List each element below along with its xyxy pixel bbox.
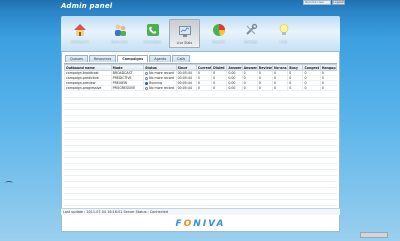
tab-queues[interactable]: Queues xyxy=(65,55,88,62)
content-panel: Queues Resources Campaigns Agents Calls … xyxy=(61,51,340,226)
toolbar-label: Settings xyxy=(243,40,258,44)
cell-mode: PROGRESSIVE xyxy=(110,85,144,91)
status-radio[interactable] xyxy=(145,81,149,85)
cell-since: 00:05:44 xyxy=(175,85,197,91)
status-text: No more record xyxy=(149,76,174,80)
cell-hangup: 0 xyxy=(319,85,337,91)
logo-part: NIVA xyxy=(193,218,226,229)
main-toolbar: Dashboard Resources Campaigns Live Stats… xyxy=(61,16,340,51)
cell-answer: 0.00 xyxy=(226,85,243,91)
tab-agents[interactable]: Agents xyxy=(149,55,172,62)
table-row[interactable]: campaign-progressive PROGRESSIVE No more… xyxy=(64,85,337,91)
toolbar-dashboard-button[interactable]: Dashboard xyxy=(64,19,95,48)
cell-noans: 0 xyxy=(271,85,288,91)
corner-widget xyxy=(360,232,388,238)
status-bar: Last update : 2011-07-04 16:16:01 Server… xyxy=(61,208,340,215)
cell-reviewe: 0 xyxy=(256,85,273,91)
toolbar-label: Reports xyxy=(212,40,225,44)
arc-icon xyxy=(5,181,13,185)
status-radio[interactable] xyxy=(145,76,149,80)
cell-dialed: 0 xyxy=(211,85,227,91)
status-text: Running xyxy=(149,81,163,85)
empty-table-area xyxy=(64,92,337,220)
toolbar-live-stats-button[interactable]: Live Stats xyxy=(169,19,200,48)
status-text: No more record xyxy=(149,86,174,90)
user-field[interactable]: Remote User xyxy=(303,0,331,5)
cell-current: 0 xyxy=(195,85,212,91)
status-radio[interactable] xyxy=(145,86,149,90)
toolbar-label: Resources xyxy=(111,40,128,44)
campaigns-table: Outbound name Mode Status Since Current … xyxy=(64,63,338,91)
toolbar-reports-button[interactable]: Reports xyxy=(203,19,234,48)
logout-button[interactable]: Logout xyxy=(332,0,345,5)
lightbulb-icon xyxy=(277,22,291,36)
tab-campaigns[interactable]: Campaigns xyxy=(117,55,149,62)
toolbar-label: Help xyxy=(279,40,288,44)
toolbar-help-button[interactable]: Help xyxy=(268,19,299,48)
toolbar-label: Dashboard xyxy=(70,40,89,44)
toolbar-label: Campaigns xyxy=(143,40,162,44)
phone-icon xyxy=(146,22,160,36)
toolbar-resources-button[interactable]: Resources xyxy=(104,19,135,48)
cell-answer2: 0 xyxy=(241,85,258,91)
logo-part: F xyxy=(175,218,184,229)
cell-status: No more record xyxy=(143,70,177,76)
toolbar-label: Live Stats xyxy=(176,41,193,45)
toolbar-settings-button[interactable]: Settings xyxy=(235,19,266,48)
status-radio[interactable] xyxy=(145,71,149,75)
house-icon xyxy=(73,22,87,36)
foniva-logo: FONIVA xyxy=(175,219,225,229)
pie-chart-icon xyxy=(212,22,226,36)
toolbar-campaigns-button[interactable]: Campaigns xyxy=(137,19,168,48)
wrench-icon xyxy=(244,22,258,36)
app-title: Admin panel xyxy=(61,2,113,10)
tab-calls[interactable]: Calls xyxy=(172,55,191,62)
cell-busy: 0 xyxy=(287,85,303,91)
cell-status: No more record xyxy=(143,75,177,81)
cell-status: No more record xyxy=(143,85,177,91)
tab-bar: Queues Resources Campaigns Agents Calls xyxy=(65,55,191,62)
monitor-icon xyxy=(178,23,192,37)
users-icon xyxy=(113,22,127,36)
tab-resources[interactable]: Resources xyxy=(88,55,117,62)
logo-part: O xyxy=(183,218,194,229)
status-text: No more record xyxy=(149,71,174,75)
cell-name: campaign-progressive xyxy=(64,85,112,91)
cell-congest: 0 xyxy=(302,85,321,91)
footer: FONIVA xyxy=(61,216,340,232)
